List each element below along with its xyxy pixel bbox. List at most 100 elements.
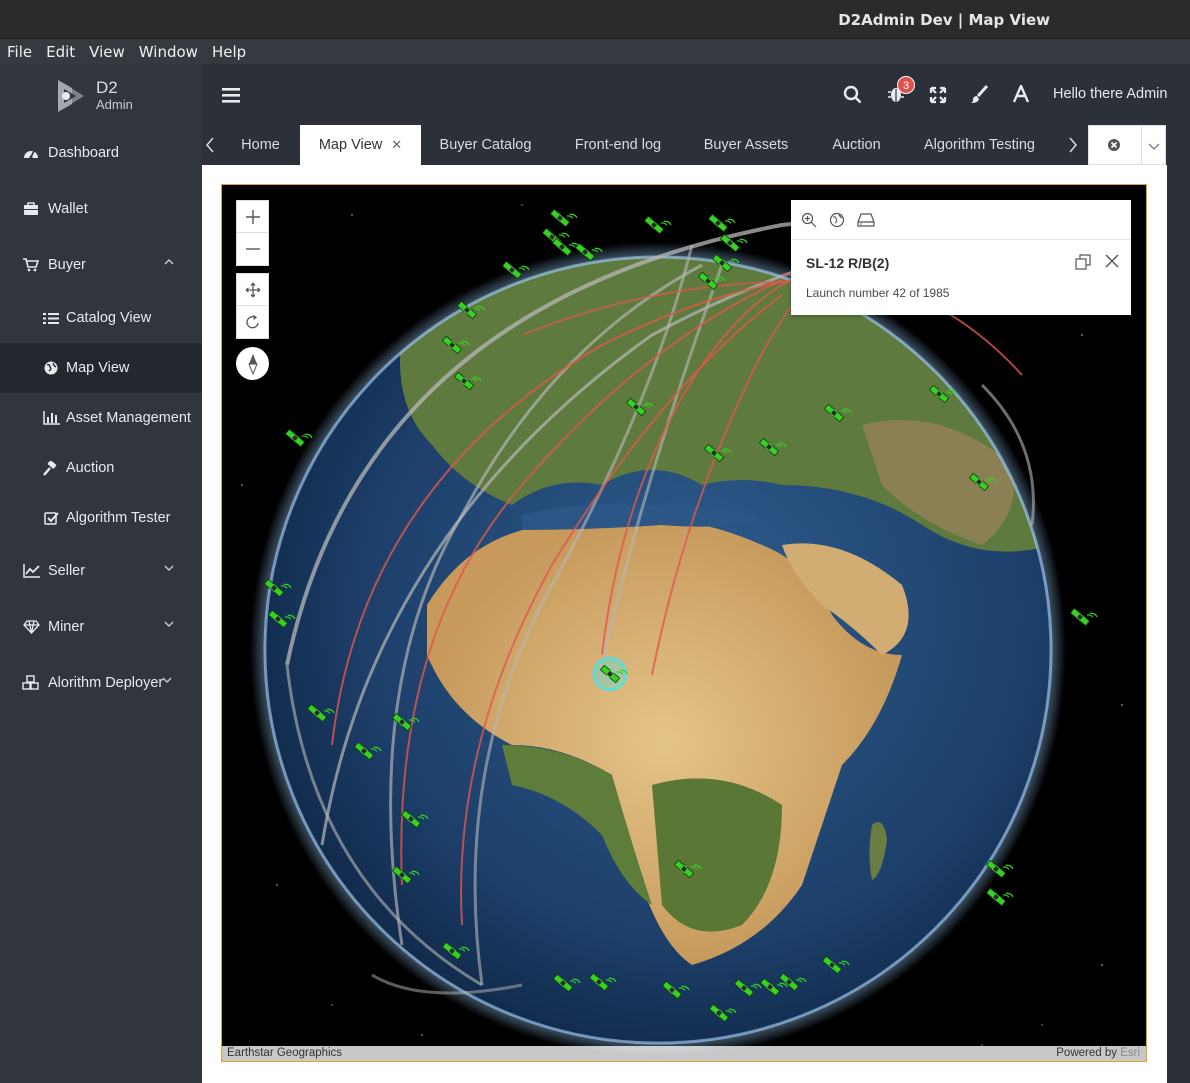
feature-popup: SL-12 R/B(2) Launch number 42 of 1985	[791, 200, 1131, 315]
attribution-source: Earthstar Geographics	[227, 1047, 343, 1059]
cart-icon	[22, 256, 40, 274]
window-titlebar: D2Admin Dev | Map View	[0, 0, 1190, 39]
sidebar-item-algorithm-deployer[interactable]: Alorithm Deployer	[0, 658, 202, 708]
pan-button[interactable]	[237, 274, 268, 306]
map-attribution: Earthstar Geographics Powered by Esri	[222, 1046, 1146, 1061]
app-logo[interactable]: D2 Admin	[52, 76, 172, 116]
font-size-icon[interactable]	[1012, 85, 1030, 103]
sidebar-item-label: Dashboard	[48, 145, 119, 161]
powered-by-label: Powered by	[1056, 1047, 1117, 1059]
fullscreen-icon[interactable]	[929, 86, 947, 104]
sidebar-item-label: Catalog View	[66, 310, 152, 326]
sidebar-item-seller[interactable]: Seller	[0, 546, 202, 596]
tab-buyer-assets[interactable]: Buyer Assets	[688, 125, 804, 165]
rotate-icon	[245, 314, 259, 329]
menu-file[interactable]: File	[7, 43, 32, 61]
globe-icon	[42, 359, 60, 377]
tabs-dropdown-icon[interactable]	[1148, 141, 1160, 151]
sidebar-item-catalog-view[interactable]: Catalog View	[0, 293, 202, 343]
tab-label: Map View	[318, 137, 383, 153]
plus-icon	[245, 209, 260, 224]
zoom-out-button[interactable]	[237, 233, 268, 265]
cubes-icon	[22, 674, 40, 692]
esri-link[interactable]: Esri	[1120, 1047, 1140, 1059]
tab-label: Algorithm Testing	[924, 137, 1035, 153]
tab-controls	[1088, 125, 1166, 165]
map-view[interactable]	[221, 184, 1147, 1062]
menu-help[interactable]: Help	[212, 43, 246, 61]
menu-window[interactable]: Window	[139, 43, 198, 61]
tab-auction[interactable]: Auction	[810, 125, 903, 165]
tab-home[interactable]: Home	[222, 125, 299, 165]
sidebar-item-buyer[interactable]: Buyer	[0, 240, 202, 290]
tab-label: Auction	[832, 137, 881, 153]
window-title: D2Admin Dev | Map View	[838, 11, 1050, 29]
sidebar-item-label: Miner	[48, 619, 85, 635]
sidebar-item-miner[interactable]: Miner	[0, 602, 202, 652]
logo-text: D2	[96, 78, 118, 97]
sidebar-item-algorithm-tester[interactable]: Algorithm Tester	[0, 493, 202, 543]
dock-icon[interactable]	[1075, 254, 1091, 270]
sidebar-item-label: Wallet	[48, 201, 88, 217]
sidebar-item-wallet[interactable]: Wallet	[0, 184, 202, 234]
tab-bar: Home Map View ✕ Buyer Catalog Front-end l…	[202, 125, 1190, 165]
zoom-to-icon[interactable]	[801, 212, 817, 228]
minus-icon	[245, 248, 260, 250]
check-square-icon	[42, 509, 60, 527]
chevron-down-icon	[164, 621, 174, 627]
hamburger-menu-icon[interactable]	[221, 86, 241, 104]
menubar: File Edit View Window Help	[0, 39, 1190, 64]
sidebar-item-label: Algorithm Tester	[66, 510, 171, 526]
tabs-scroll-left-icon[interactable]	[205, 137, 215, 153]
user-greeting[interactable]: Hello there Admin	[1053, 86, 1167, 102]
chevron-up-icon	[164, 259, 174, 265]
powered-by[interactable]: Powered by Esri	[1056, 1047, 1140, 1059]
sidebar-item-asset-management[interactable]: Asset Management	[0, 393, 202, 443]
drive-icon[interactable]	[857, 212, 875, 228]
tab-buyer-catalog[interactable]: Buyer Catalog	[422, 125, 549, 165]
close-icon[interactable]	[1105, 254, 1119, 268]
gavel-icon	[42, 459, 60, 477]
tabs-scroll-right-icon[interactable]	[1068, 137, 1078, 153]
popup-toolbar	[791, 200, 1131, 240]
sidebar-item-map-view[interactable]: Map View	[0, 343, 202, 393]
search-icon[interactable]	[843, 85, 862, 104]
bar-chart-icon	[42, 409, 60, 427]
logo-subtext: Admin	[96, 97, 133, 112]
tab-algorithm-testing[interactable]: Algorithm Testing	[909, 125, 1050, 165]
tab-front-end-log[interactable]: Front-end log	[554, 125, 682, 165]
sidebar: D2 Admin Dashboard Wallet Buyer Catalog …	[0, 64, 202, 1083]
popup-title: SL-12 R/B(2)	[806, 255, 890, 271]
menu-edit[interactable]: Edit	[46, 43, 75, 61]
tab-close-icon[interactable]: ✕	[391, 137, 402, 153]
selected-satellite[interactable]	[593, 657, 629, 691]
globe-scene[interactable]	[222, 185, 1147, 1062]
list-icon	[42, 309, 60, 327]
sidebar-item-auction[interactable]: Auction	[0, 443, 202, 493]
sidebar-item-label: Buyer	[48, 257, 86, 273]
logo-icon	[58, 80, 84, 112]
tab-map-view[interactable]: Map View ✕	[300, 125, 421, 165]
sidebar-item-label: Auction	[66, 460, 115, 476]
sidebar-item-label: Seller	[48, 563, 86, 579]
rotate-button[interactable]	[237, 306, 268, 338]
navigation-toggle	[236, 273, 269, 339]
sidebar-item-label: Asset Management	[66, 410, 191, 426]
close-all-tabs-icon[interactable]	[1107, 138, 1121, 152]
globe-locate-icon[interactable]	[829, 212, 845, 228]
menu-view[interactable]: View	[89, 43, 125, 61]
compass-button[interactable]	[236, 347, 269, 380]
zoom-controls	[236, 200, 269, 266]
sidebar-item-label: Map View	[66, 360, 130, 376]
chevron-down-icon	[164, 565, 174, 571]
sidebar-item-dashboard[interactable]: Dashboard	[0, 128, 202, 178]
line-chart-icon	[22, 562, 40, 580]
compass-icon	[247, 353, 258, 375]
paint-brush-icon[interactable]	[970, 85, 989, 104]
dashboard-icon	[22, 144, 40, 162]
tab-label: Buyer Catalog	[439, 137, 532, 153]
tab-label: Buyer Assets	[703, 137, 789, 153]
wallet-icon	[22, 200, 40, 218]
notification-badge: 3	[897, 76, 915, 94]
zoom-in-button[interactable]	[237, 201, 268, 233]
